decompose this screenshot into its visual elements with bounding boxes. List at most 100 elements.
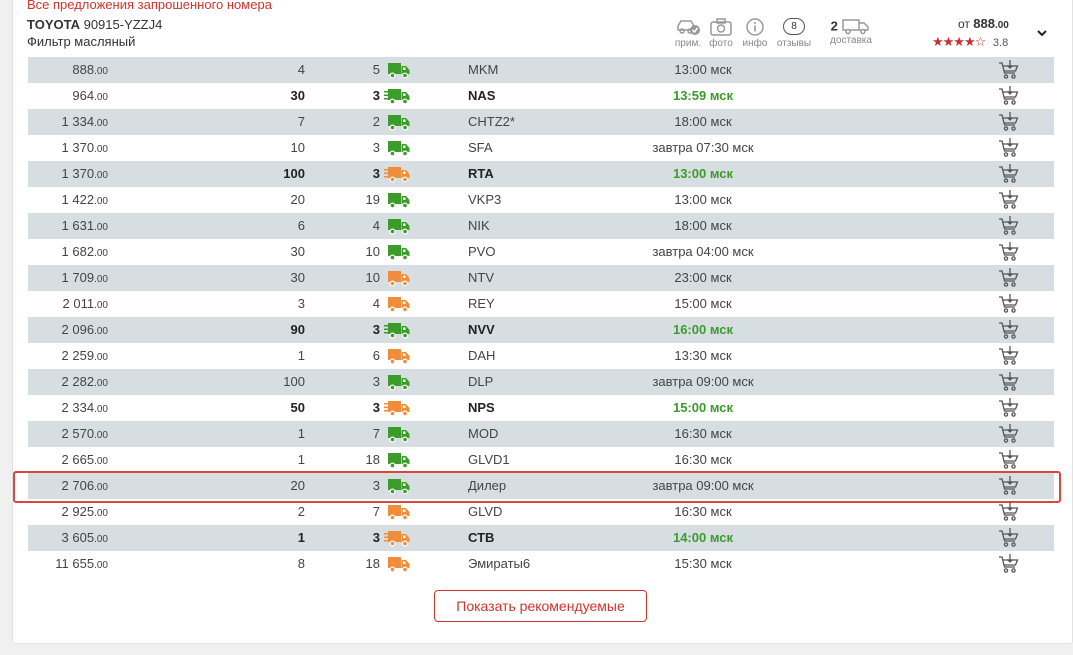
offer-price-value: 2 259 (61, 348, 95, 363)
add-to-cart-icon[interactable] (998, 398, 1020, 418)
offer-quantity: 7 (297, 114, 305, 129)
offer-row[interactable]: 1 334.00 7 2 CHTZ2* 18:00 мск (28, 109, 1054, 135)
offer-quantity: 1 (297, 530, 305, 545)
chevron-down-icon[interactable] (1035, 26, 1049, 40)
offer-price-value: 888 (72, 62, 95, 77)
add-to-cart-icon[interactable] (998, 476, 1020, 496)
offer-row[interactable]: 1 631.00 6 4 NIK 18:00 мск (28, 213, 1054, 239)
show-recommended-button[interactable]: Показать рекомендуемые (434, 590, 647, 622)
offer-quantity: 100 (283, 374, 305, 389)
truck-icon (388, 271, 410, 287)
offer-delivery-time: 16:00 мск (672, 322, 734, 337)
add-to-cart-icon[interactable] (998, 190, 1020, 210)
reviews-button[interactable]: 8 отзывы (774, 17, 814, 49)
add-to-cart-icon[interactable] (998, 86, 1020, 106)
offer-delivery-days: 3 (372, 322, 380, 337)
offer-row[interactable]: 2 259.00 1 6 DAH 13:30 мск (28, 343, 1054, 369)
add-to-cart-icon[interactable] (998, 554, 1020, 574)
offer-price-value: 1 709 (61, 270, 95, 285)
offer-row-selected[interactable]: 2 706.00 20 3 Дилер завтра 09:00 мск (13, 471, 1061, 503)
offer-delivery-days: 3 (372, 478, 380, 493)
info-button[interactable]: инфо (735, 17, 775, 49)
offer-supplier: REY (468, 296, 495, 311)
express-truck-icon (384, 531, 410, 547)
offer-supplier: NAS (468, 88, 496, 103)
offer-row[interactable]: 11 655.00 8 18 Эмираты6 15:30 мск (28, 551, 1054, 577)
reviews-count: 8 (783, 18, 805, 35)
offer-row[interactable]: 2 282.00 100 3 DLP завтра 09:00 мск (28, 369, 1054, 395)
offer-price: 1 334.00 (28, 109, 108, 137)
offer-price-cents: .00 (94, 66, 108, 77)
add-to-cart-icon[interactable] (998, 112, 1020, 132)
add-to-cart-icon[interactable] (998, 320, 1020, 340)
add-to-cart-icon[interactable] (998, 268, 1020, 288)
offer-supplier: GLVD1 (468, 452, 510, 467)
offer-row[interactable]: 1 682.00 30 10 PVO завтра 04:00 мск (28, 239, 1054, 265)
add-to-cart-icon[interactable] (998, 450, 1020, 470)
info-icon (746, 18, 764, 36)
offer-row[interactable]: 2 925.00 2 7 GLVD 16:30 мск (28, 499, 1054, 525)
offer-price: 2 925.00 (28, 499, 108, 527)
add-to-cart-icon[interactable] (998, 528, 1020, 548)
offer-delivery-time: 13:00 мск (674, 62, 732, 77)
add-to-cart-icon[interactable] (998, 60, 1020, 80)
offer-row[interactable]: 1 422.00 20 19 VKP3 13:00 мск (28, 187, 1054, 213)
truck-icon (388, 63, 410, 79)
offer-price: 1 422.00 (28, 187, 108, 215)
offer-price-value: 1 334 (61, 114, 95, 129)
all-offers-link[interactable]: Все предложения запрошенного номера (27, 0, 272, 12)
delivery-count: 2 (830, 18, 838, 34)
offer-price-cents: .00 (94, 534, 108, 545)
offer-delivery-time: 23:00 мск (674, 270, 732, 285)
offer-quantity: 2 (297, 504, 305, 519)
offer-price-value: 2 665 (61, 452, 95, 467)
truck-icon (388, 453, 410, 469)
part-name: Фильтр масляный (27, 34, 136, 49)
part-title: TOYOTA 90915-YZZJ4 (27, 17, 162, 32)
offer-row[interactable]: 2 570.00 1 7 MOD 16:30 мск (28, 421, 1054, 447)
offer-price-cents: .00 (94, 248, 108, 259)
reviews-label: отзывы (776, 38, 812, 49)
offer-row[interactable]: 2 011.00 3 4 REY 15:00 мск (28, 291, 1054, 317)
offer-price: 2 706.00 (28, 473, 108, 501)
offer-supplier: SFA (468, 140, 493, 155)
offer-supplier: NIK (468, 218, 490, 233)
add-to-cart-icon[interactable] (998, 424, 1020, 444)
offer-row[interactable]: 964.00 30 3 NAS 13:59 мск (28, 83, 1054, 109)
add-to-cart-icon[interactable] (998, 138, 1020, 158)
offer-price: 888.00 (28, 57, 108, 85)
part-number: 90915-YZZJ4 (83, 17, 163, 32)
offer-delivery-time: завтра 07:30 мск (652, 140, 754, 155)
offer-row[interactable]: 1 709.00 30 10 NTV 23:00 мск (28, 265, 1054, 291)
add-to-cart-icon[interactable] (998, 294, 1020, 314)
offer-delivery-time: 13:59 мск (672, 88, 734, 103)
add-to-cart-icon[interactable] (998, 372, 1020, 392)
offer-row[interactable]: 2 334.00 50 3 NPS 15:00 мск (28, 395, 1054, 421)
delivery-button[interactable]: 2 доставка (826, 17, 876, 47)
add-to-cart-icon[interactable] (998, 242, 1020, 262)
truck-icon (388, 427, 410, 443)
offer-price-cents: .00 (94, 378, 108, 389)
offer-price-value: 2 706 (61, 478, 95, 493)
add-to-cart-icon[interactable] (998, 502, 1020, 522)
price-from-cents: .00 (994, 20, 1009, 31)
add-to-cart-icon[interactable] (998, 164, 1020, 184)
offer-price-cents: .00 (94, 430, 108, 441)
offer-row[interactable]: 888.00 4 5 MKM 13:00 мск (28, 57, 1054, 83)
offer-row[interactable]: 1 370.00 100 3 RTA 13:00 мск (28, 161, 1054, 187)
offer-delivery-days: 3 (372, 400, 380, 415)
offer-delivery-time: 13:00 мск (672, 166, 734, 181)
offer-delivery-time: 18:00 мск (674, 114, 732, 129)
offer-row[interactable]: 2 096.00 90 3 NVV 16:00 мск (28, 317, 1054, 343)
offer-row[interactable]: 1 370.00 10 3 SFA завтра 07:30 мск (28, 135, 1054, 161)
offer-delivery-days: 4 (372, 296, 380, 311)
add-to-cart-icon[interactable] (998, 216, 1020, 236)
offer-quantity: 1 (297, 452, 305, 467)
offer-delivery-time: завтра 09:00 мск (652, 478, 754, 493)
truck-icon (388, 141, 410, 157)
offer-row[interactable]: 2 665.00 1 18 GLVD1 16:30 мск (28, 447, 1054, 473)
offer-row[interactable]: 3 605.00 1 3 СТВ 14:00 мск (28, 525, 1054, 551)
offer-delivery-days: 7 (372, 504, 380, 519)
add-to-cart-icon[interactable] (998, 346, 1020, 366)
offer-supplier: MKM (468, 62, 499, 77)
